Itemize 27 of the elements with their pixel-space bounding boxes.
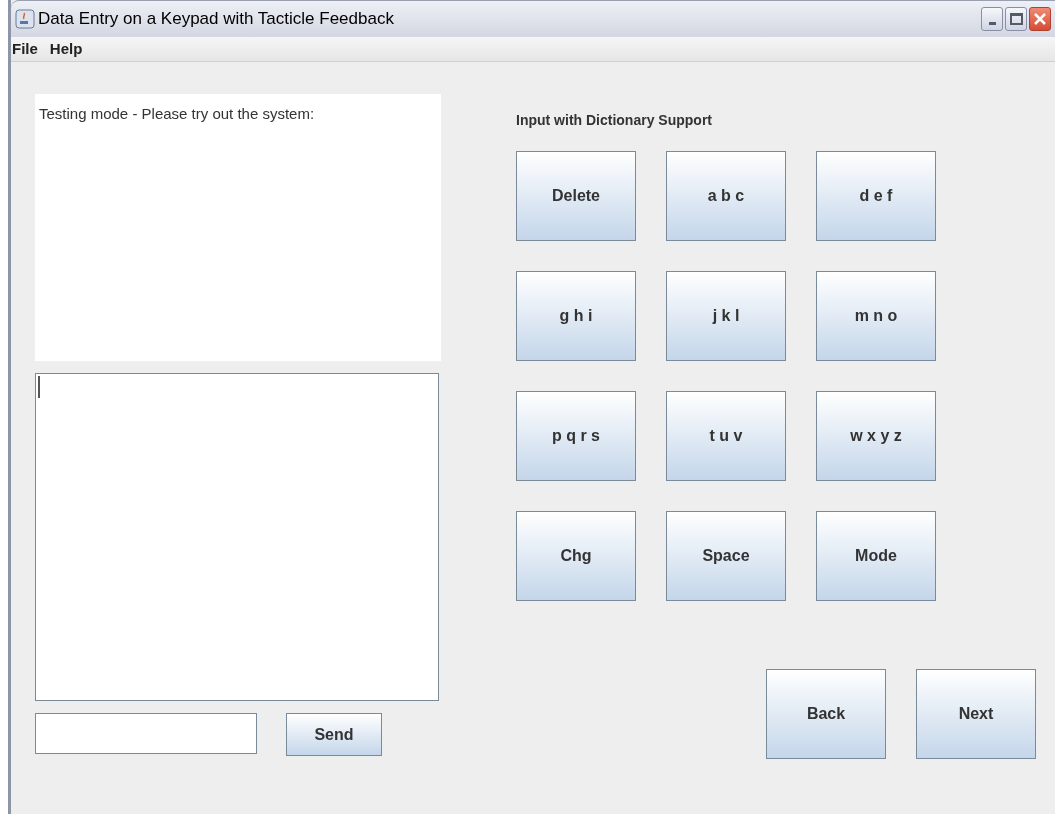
keypad-key[interactable]: Delete (516, 151, 636, 241)
window-title: Data Entry on a Keypad with Tacticle Feedback (38, 8, 394, 31)
instructions-text: Testing mode - Please try out the system: (39, 105, 315, 122)
keypad-key[interactable]: t u v (666, 391, 786, 481)
menu-item[interactable]: File (12, 37, 38, 61)
text-cursor (38, 376, 40, 398)
send-button[interactable]: Send (286, 713, 382, 756)
keypad-key[interactable]: Space (666, 511, 786, 601)
minimize-button[interactable] (981, 7, 1003, 31)
nav-button[interactable]: Back (766, 669, 886, 759)
input-field[interactable] (35, 713, 257, 754)
keypad-key[interactable]: g h i (516, 271, 636, 361)
menu-item[interactable]: Help (49, 37, 83, 61)
keypad-key[interactable]: w x y z (816, 391, 936, 481)
keypad-key[interactable]: d e f (816, 151, 936, 241)
java-cup-icon (15, 9, 35, 29)
keypad-key[interactable]: m n o (816, 271, 936, 361)
close-icon (1033, 12, 1047, 26)
keypad-key[interactable]: p q r s (516, 391, 636, 481)
close-button[interactable] (1029, 7, 1051, 31)
maximize-button[interactable] (1005, 7, 1027, 31)
keypad-key[interactable]: a b c (666, 151, 786, 241)
nav-button[interactable]: Next (916, 669, 1036, 759)
keypad-title: Input with Dictionary Support (516, 111, 713, 130)
keypad-key[interactable]: j k l (666, 271, 786, 361)
keypad-key[interactable]: Mode (816, 511, 936, 601)
keypad-key[interactable]: Chg (516, 511, 636, 601)
